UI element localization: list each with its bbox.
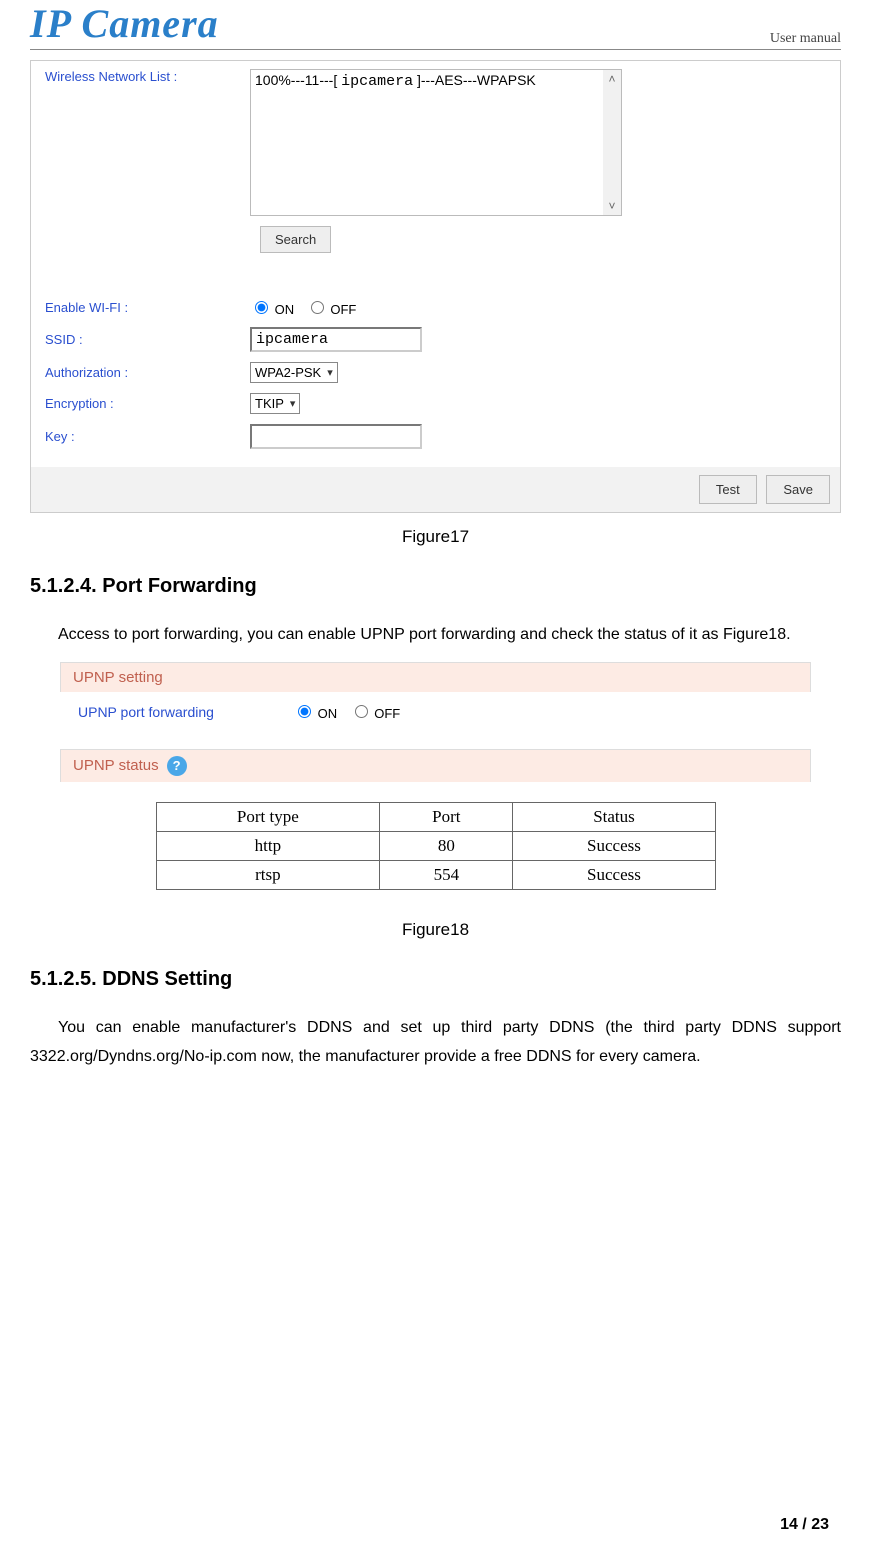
doc-title: User manual (770, 31, 841, 47)
encryption-select[interactable]: TKIP ▾ (250, 393, 300, 414)
upnp-status-title: UPNP status (73, 757, 159, 774)
authorization-label: Authorization : (41, 365, 250, 380)
wifi-on-radio[interactable]: ON (250, 302, 294, 317)
wifi-off-input[interactable] (311, 301, 324, 314)
wifi-off-radio[interactable]: OFF (306, 302, 357, 317)
cell-port: 80 (380, 831, 513, 860)
brand-logo: IP Camera (30, 0, 219, 47)
ssid-label: SSID : (41, 332, 250, 347)
on-text: ON (275, 302, 295, 317)
wireless-list-item[interactable]: 100%---11---[ ipcamera ]---AES---WPAPSK (251, 70, 603, 215)
scroll-up-icon[interactable]: ˄ (608, 72, 615, 86)
section-heading-port-forwarding: 5.1.2.4. Port Forwarding (30, 575, 841, 598)
page-header: IP Camera User manual (30, 0, 841, 50)
cell-port-type: http (156, 831, 380, 860)
enable-wifi-label: Enable WI-FI : (41, 300, 250, 315)
upnp-status-header: UPNP status ? (60, 749, 811, 782)
list-entry-prefix: 100%---11---[ (255, 72, 341, 88)
test-button[interactable]: Test (699, 475, 757, 504)
col-port-type: Port type (156, 802, 380, 831)
search-button[interactable]: Search (260, 226, 331, 253)
list-entry-suffix: ]---AES---WPAPSK (413, 72, 536, 88)
ssid-input[interactable] (250, 327, 422, 352)
key-label: Key : (41, 429, 250, 444)
page-number: 14 / 23 (780, 1516, 829, 1534)
chevron-down-icon: ▾ (327, 366, 333, 379)
upnp-setting-title: UPNP setting (73, 669, 163, 686)
encryption-value: TKIP (255, 396, 284, 411)
list-scrollbar[interactable]: ˄ ˅ (603, 70, 621, 215)
section-heading-ddns: 5.1.2.5. DDNS Setting (30, 968, 841, 991)
manual-page: IP Camera User manual Wireless Network L… (0, 0, 871, 1558)
wireless-network-list[interactable]: 100%---11---[ ipcamera ]---AES---WPAPSK … (250, 69, 622, 216)
list-entry-ssid: ipcamera (341, 73, 413, 90)
authorization-select[interactable]: WPA2-PSK ▾ (250, 362, 338, 383)
col-port: Port (380, 802, 513, 831)
chevron-down-icon: ▾ (290, 397, 296, 410)
wifi-on-input[interactable] (255, 301, 268, 314)
cell-status: Success (513, 831, 715, 860)
table-header-row: Port type Port Status (156, 802, 715, 831)
table-row: http 80 Success (156, 831, 715, 860)
upnp-off-radio[interactable]: OFF (350, 706, 401, 721)
cell-port-type: rtsp (156, 860, 380, 889)
upnp-status-table: Port type Port Status http 80 Success rt… (156, 802, 716, 890)
authorization-value: WPA2-PSK (255, 365, 321, 380)
figure18-caption: Figure18 (30, 920, 841, 940)
section-body-ddns: You can enable manufacturer's DDNS and s… (30, 1013, 841, 1072)
scroll-down-icon[interactable]: ˅ (608, 199, 615, 213)
figure17-action-bar: Test Save (31, 467, 840, 512)
wireless-list-label: Wireless Network List : (41, 69, 250, 84)
table-row: rtsp 554 Success (156, 860, 715, 889)
upnp-off-input[interactable] (355, 705, 368, 718)
cell-port: 554 (380, 860, 513, 889)
upnp-forwarding-label: UPNP port forwarding (78, 704, 293, 720)
save-button[interactable]: Save (766, 475, 830, 504)
upnp-on-input[interactable] (298, 705, 311, 718)
col-status: Status (513, 802, 715, 831)
off-text: OFF (330, 302, 356, 317)
section-body-port-forwarding: Access to port forwarding, you can enabl… (30, 620, 841, 650)
figure17-caption: Figure17 (30, 527, 841, 547)
encryption-label: Encryption : (41, 396, 250, 411)
key-input[interactable] (250, 424, 422, 449)
help-icon[interactable]: ? (167, 756, 187, 776)
upnp-setting-header: UPNP setting (60, 662, 811, 692)
figure17-panel: Wireless Network List : 100%---11---[ ip… (30, 60, 841, 513)
cell-status: Success (513, 860, 715, 889)
upnp-on-text: ON (318, 706, 338, 721)
figure18-panel: UPNP setting UPNP port forwarding ON OFF… (60, 662, 811, 906)
upnp-off-text: OFF (374, 706, 400, 721)
upnp-on-radio[interactable]: ON (293, 706, 337, 721)
